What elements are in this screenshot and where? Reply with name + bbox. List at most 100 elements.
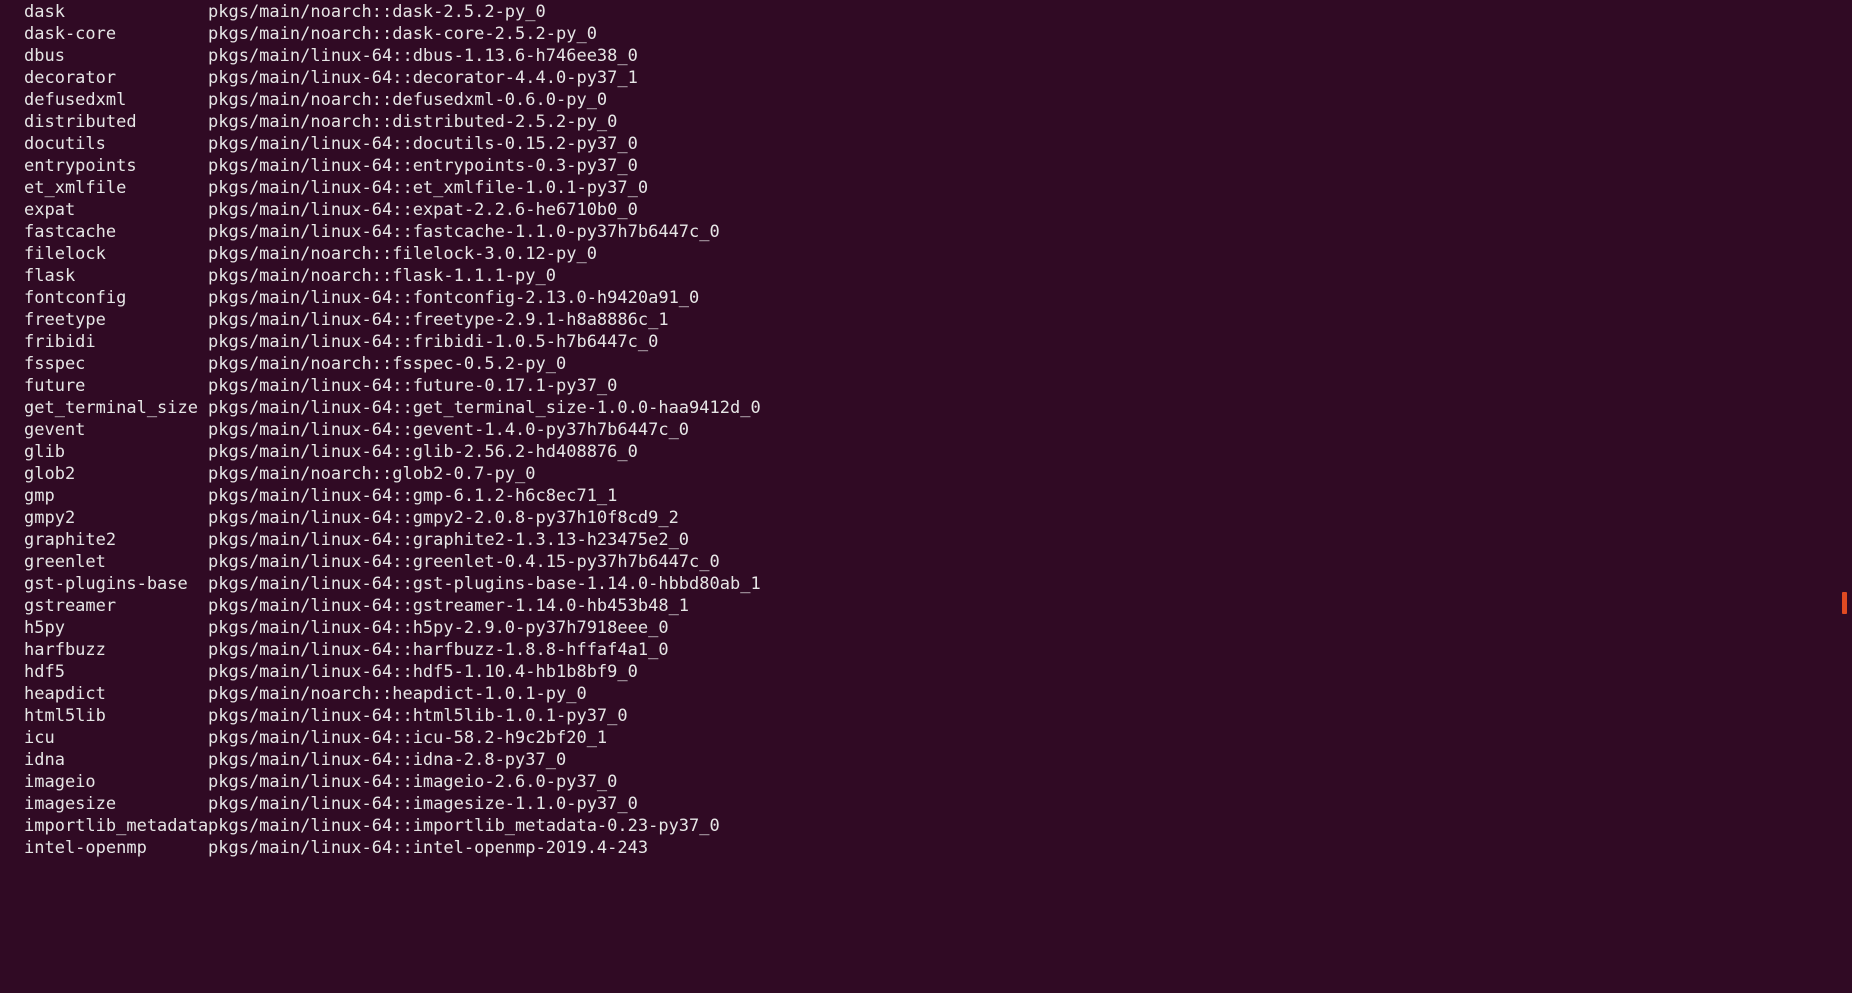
terminal-window[interactable]: dask pkgs/main/noarch::dask-2.5.2-py_0 das… [0,0,1852,993]
package-spec: pkgs/main/linux-64::glib-2.56.2-hd408876… [208,442,638,462]
package-row: decorator pkgs/main/linux-64::decorator-4… [0,67,1852,89]
package-list: dask pkgs/main/noarch::dask-2.5.2-py_0 das… [0,0,1852,859]
package-name: fribidi [24,332,96,352]
package-row: glob2 pkgs/main/noarch::glob2-0.7-py_0 [0,463,1852,485]
package-spec: pkgs/main/linux-64::gmp-6.1.2-h6c8ec71_1 [208,486,618,506]
package-name: dask-core [24,24,117,44]
package-name: imageio [24,772,96,792]
package-spec: pkgs/main/noarch::filelock-3.0.12-py_0 [208,244,597,264]
package-spec: pkgs/main/noarch::distributed-2.5.2-py_0 [208,112,618,132]
package-spec: pkgs/main/noarch::dask-core-2.5.2-py_0 [208,24,597,44]
package-spec: pkgs/main/linux-64::html5lib-1.0.1-py37_… [208,706,628,726]
package-name: intel-openmp [24,838,147,858]
package-name: gstreamer [24,596,117,616]
package-spec: pkgs/main/linux-64::graphite2-1.3.13-h23… [208,530,690,550]
package-name: decorator [24,68,117,88]
package-row: greenlet pkgs/main/linux-64::greenlet-0.4… [0,551,1852,573]
package-spec: pkgs/main/noarch::heapdict-1.0.1-py_0 [208,684,587,704]
package-name: fastcache [24,222,117,242]
package-row: imageio pkgs/main/linux-64::imageio-2.6.0… [0,771,1852,793]
package-row: get_terminal_size pkgs/main/linux-64::get… [0,397,1852,419]
package-spec: pkgs/main/linux-64::fastcache-1.1.0-py37… [208,222,720,242]
package-row: future pkgs/main/linux-64::future-0.17.1-… [0,375,1852,397]
package-spec: pkgs/main/linux-64::expat-2.2.6-he6710b0… [208,200,638,220]
package-spec: pkgs/main/linux-64::gstreamer-1.14.0-hb4… [208,596,690,616]
package-spec: pkgs/main/linux-64::future-0.17.1-py37_0 [208,376,618,396]
package-row: gmp pkgs/main/linux-64::gmp-6.1.2-h6c8ec7… [0,485,1852,507]
package-name: h5py [24,618,65,638]
package-row: gevent pkgs/main/linux-64::gevent-1.4.0-p… [0,419,1852,441]
scrollbar-thumb[interactable] [1842,592,1847,614]
package-name: harfbuzz [24,640,106,660]
package-row: dask pkgs/main/noarch::dask-2.5.2-py_0 [0,1,1852,23]
package-spec: pkgs/main/linux-64::harfbuzz-1.8.8-hffaf… [208,640,669,660]
package-spec: pkgs/main/linux-64::decorator-4.4.0-py37… [208,68,638,88]
package-name: idna [24,750,65,770]
package-name: fsspec [24,354,86,374]
package-row: freetype pkgs/main/linux-64::freetype-2.9… [0,309,1852,331]
package-row: expat pkgs/main/linux-64::expat-2.2.6-he6… [0,199,1852,221]
package-row: fastcache pkgs/main/linux-64::fastcache-1… [0,221,1852,243]
package-name: gevent [24,420,86,440]
package-name: get_terminal_size [24,398,198,418]
package-name: fontconfig [24,288,127,308]
package-name: dask [24,2,65,22]
package-spec: pkgs/main/noarch::flask-1.1.1-py_0 [208,266,556,286]
package-name: graphite2 [24,530,117,550]
package-spec: pkgs/main/linux-64::intel-openmp-2019.4-… [208,838,649,858]
package-name: gmpy2 [24,508,76,528]
package-name: imagesize [24,794,117,814]
package-row: icu pkgs/main/linux-64::icu-58.2-h9c2bf20… [0,727,1852,749]
package-spec: pkgs/main/linux-64::entrypoints-0.3-py37… [208,156,638,176]
package-row: fontconfig pkgs/main/linux-64::fontconfig… [0,287,1852,309]
package-spec: pkgs/main/linux-64::dbus-1.13.6-h746ee38… [208,46,638,66]
package-name: entrypoints [24,156,137,176]
package-row: dask-core pkgs/main/noarch::dask-core-2.5… [0,23,1852,45]
package-spec: pkgs/main/linux-64::importlib_metadata-0… [208,816,720,836]
package-spec: pkgs/main/linux-64::freetype-2.9.1-h8a88… [208,310,669,330]
package-name: distributed [24,112,137,132]
package-name: glib [24,442,65,462]
package-name: defusedxml [24,90,127,110]
package-row: fsspec pkgs/main/noarch::fsspec-0.5.2-py_… [0,353,1852,375]
package-spec: pkgs/main/linux-64::hdf5-1.10.4-hb1b8bf9… [208,662,638,682]
package-spec: pkgs/main/linux-64::gevent-1.4.0-py37h7b… [208,420,690,440]
package-row: gstreamer pkgs/main/linux-64::gstreamer-1… [0,595,1852,617]
package-name: html5lib [24,706,106,726]
package-name: glob2 [24,464,76,484]
package-spec: pkgs/main/noarch::dask-2.5.2-py_0 [208,2,546,22]
package-row: distributed pkgs/main/noarch::distributed… [0,111,1852,133]
package-spec: pkgs/main/linux-64::h5py-2.9.0-py37h7918… [208,618,669,638]
package-row: h5py pkgs/main/linux-64::h5py-2.9.0-py37h… [0,617,1852,639]
package-name: gmp [24,486,55,506]
package-spec: pkgs/main/linux-64::docutils-0.15.2-py37… [208,134,638,154]
package-row: defusedxml pkgs/main/noarch::defusedxml-0… [0,89,1852,111]
package-spec: pkgs/main/linux-64::imageio-2.6.0-py37_0 [208,772,618,792]
package-row: flask pkgs/main/noarch::flask-1.1.1-py_0 [0,265,1852,287]
package-spec: pkgs/main/linux-64::imagesize-1.1.0-py37… [208,794,638,814]
package-row: heapdict pkgs/main/noarch::heapdict-1.0.1… [0,683,1852,705]
package-row: harfbuzz pkgs/main/linux-64::harfbuzz-1.8… [0,639,1852,661]
package-spec: pkgs/main/linux-64::icu-58.2-h9c2bf20_1 [208,728,608,748]
package-name: filelock [24,244,106,264]
package-name: docutils [24,134,106,154]
package-row: imagesize pkgs/main/linux-64::imagesize-1… [0,793,1852,815]
package-name: icu [24,728,55,748]
package-row: entrypoints pkgs/main/linux-64::entrypoin… [0,155,1852,177]
package-name: gst-plugins-base [24,574,188,594]
package-row: importlib_metadatapkgs/main/linux-64::im… [0,815,1852,837]
package-spec: pkgs/main/linux-64::get_terminal_size-1.… [208,398,761,418]
package-row: filelock pkgs/main/noarch::filelock-3.0.1… [0,243,1852,265]
package-name: flask [24,266,76,286]
package-spec: pkgs/main/linux-64::idna-2.8-py37_0 [208,750,567,770]
package-row: et_xmlfile pkgs/main/linux-64::et_xmlfile… [0,177,1852,199]
package-name: freetype [24,310,106,330]
package-name: heapdict [24,684,106,704]
package-spec: pkgs/main/linux-64::greenlet-0.4.15-py37… [208,552,720,572]
package-name: dbus [24,46,65,66]
package-name: hdf5 [24,662,65,682]
package-row: intel-openmp pkgs/main/linux-64::intel-op… [0,837,1852,859]
package-name: greenlet [24,552,106,572]
package-spec: pkgs/main/linux-64::et_xmlfile-1.0.1-py3… [208,178,649,198]
package-spec: pkgs/main/noarch::fsspec-0.5.2-py_0 [208,354,567,374]
